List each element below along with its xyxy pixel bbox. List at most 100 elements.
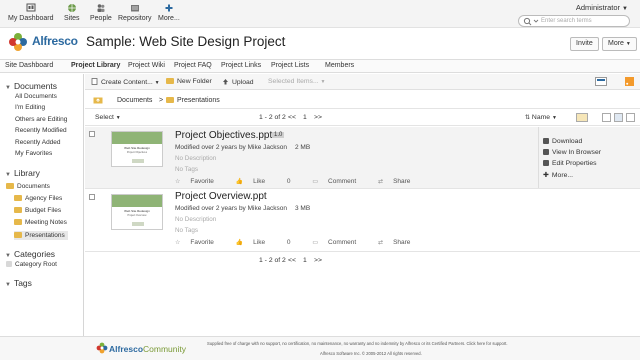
filter-recently-added[interactable]: Recently Added xyxy=(15,139,61,146)
chevron-down-icon: ▼ xyxy=(622,6,628,12)
category-root[interactable]: Category Root xyxy=(6,261,57,268)
tab-members[interactable]: Members xyxy=(325,62,354,69)
more-label: More xyxy=(608,40,624,47)
breadcrumb-documents[interactable]: Documents xyxy=(117,97,152,104)
new-folder-button[interactable]: New Folder xyxy=(166,78,212,85)
comment-action[interactable]: ▭ Comment xyxy=(312,178,366,185)
favorite-label: Favorite xyxy=(190,178,214,185)
document-toolbar: Create Content... ▼ New Folder Upload Se… xyxy=(85,74,640,90)
simple-view-icon[interactable] xyxy=(602,113,611,122)
more-menu-button[interactable]: More ▼ xyxy=(602,37,637,51)
file-tags[interactable]: No Tags xyxy=(175,166,198,173)
thumbnail-subtitle: Project Objectives xyxy=(126,151,148,154)
action-view-in-browser[interactable]: View In Browser xyxy=(543,149,601,156)
nav-people[interactable]: People xyxy=(90,3,112,22)
like-action[interactable]: 👍 Like xyxy=(236,178,275,185)
rss-icon[interactable] xyxy=(625,77,634,86)
filter-im-editing[interactable]: I'm Editing xyxy=(15,104,45,111)
library-section-header[interactable]: ▼ Library xyxy=(5,168,40,178)
chevron-down-icon: ▼ xyxy=(320,79,326,85)
tab-site-dashboard[interactable]: Site Dashboard xyxy=(5,62,53,69)
favorite-action[interactable]: ☆ Favorite xyxy=(175,239,224,246)
folder-budget-files[interactable]: Budget Files xyxy=(14,207,61,214)
folder-plus-icon xyxy=(166,78,174,84)
collapse-triangle-icon: ▼ xyxy=(5,282,11,288)
footer-logo[interactable]: AlfrescoCommunity xyxy=(96,342,186,354)
file-description[interactable]: No Description xyxy=(175,155,216,162)
user-menu[interactable]: Administrator ▼ xyxy=(576,3,628,12)
tab-project-wiki[interactable]: Project Wiki xyxy=(128,62,165,69)
filter-all-documents[interactable]: All Documents xyxy=(15,93,57,100)
tab-project-library[interactable]: Project Library xyxy=(71,62,120,69)
footer-disclaimer[interactable]: Supplied free of charge with no support,… xyxy=(207,341,508,346)
share-action[interactable]: ⇄ Share xyxy=(378,239,420,246)
breadcrumb-current-label: Presentations xyxy=(177,97,220,104)
footer-brand-suffix: Community xyxy=(143,344,186,354)
new-document-icon xyxy=(91,78,98,85)
folder-meeting-notes[interactable]: Meeting Notes xyxy=(14,219,67,226)
action-download[interactable]: Download xyxy=(543,138,582,145)
next-page-button[interactable]: >> xyxy=(314,257,322,264)
action-more[interactable]: ✚ More... xyxy=(543,171,573,179)
selected-items-menu[interactable]: Selected Items... ▼ xyxy=(268,78,325,85)
filter-others-editing[interactable]: Others are Editing xyxy=(15,116,67,123)
file-row[interactable]: Web Site Redesign Project Objectives Pro… xyxy=(85,127,640,189)
action-edit-properties[interactable]: Edit Properties xyxy=(543,160,597,167)
category-icon xyxy=(6,261,12,267)
nav-more[interactable]: More... xyxy=(158,3,180,22)
document-actions-panel: Download View In Browser Edit Properties… xyxy=(538,127,640,188)
gallery-view-icon[interactable] xyxy=(626,113,635,122)
comment-action[interactable]: ▭ Comment xyxy=(312,239,366,246)
current-page: 1 xyxy=(303,257,307,264)
previous-page-button[interactable]: << xyxy=(288,114,296,121)
tab-project-faq[interactable]: Project FAQ xyxy=(174,62,212,69)
folder-documents-root[interactable]: Documents xyxy=(6,183,50,190)
file-description[interactable]: No Description xyxy=(175,216,216,223)
like-action[interactable]: 👍 Like xyxy=(236,239,275,246)
documents-section-header[interactable]: ▼ Documents xyxy=(5,81,57,91)
footer-copyright: Alfresco Software Inc. © 2005-2012 All r… xyxy=(320,351,422,356)
nav-sites[interactable]: Sites xyxy=(64,3,80,22)
parent-folder-icon[interactable] xyxy=(93,96,103,104)
file-row[interactable]: Web Site Redesign Project Overview Proje… xyxy=(85,190,640,252)
tags-section-header[interactable]: ▼ Tags xyxy=(5,278,32,288)
file-tags[interactable]: No Tags xyxy=(175,227,198,234)
folder-presentations[interactable]: Presentations xyxy=(14,231,68,240)
sort-label: Name xyxy=(531,114,551,121)
nav-my-dashboard[interactable]: My Dashboard xyxy=(8,3,54,22)
file-size: 2 MB xyxy=(295,144,311,151)
folder-agency-files[interactable]: Agency Files xyxy=(14,195,62,202)
sort-menu[interactable]: ⇅ Name ▼ xyxy=(525,114,557,121)
show-folders-icon[interactable] xyxy=(576,113,588,122)
nav-label: Repository xyxy=(118,15,152,22)
file-name-link[interactable]: Project Objectives.ppt xyxy=(175,130,272,141)
filter-recently-modified[interactable]: Recently Modified xyxy=(15,127,67,134)
detailed-view-icon[interactable] xyxy=(614,113,623,122)
file-thumbnail[interactable]: Web Site Redesign Project Objectives xyxy=(111,131,163,167)
file-size: 3 MB xyxy=(295,205,311,212)
filter-my-favorites[interactable]: My Favorites xyxy=(15,150,52,157)
categories-section-header[interactable]: ▼ Categories xyxy=(5,249,55,259)
row-checkbox[interactable] xyxy=(89,131,95,137)
tab-project-lists[interactable]: Project Lists xyxy=(271,62,309,69)
thumbnail-title: Web Site Redesign xyxy=(124,146,150,150)
upload-button[interactable]: Upload xyxy=(222,78,254,86)
invite-button[interactable]: Invite xyxy=(570,37,599,51)
select-menu[interactable]: Select ▼ xyxy=(95,114,121,121)
row-checkbox[interactable] xyxy=(89,194,95,200)
nav-repository[interactable]: Repository xyxy=(118,3,151,22)
view-icon xyxy=(543,149,549,155)
favorite-action[interactable]: ☆ Favorite xyxy=(175,178,224,185)
alfresco-logo[interactable]: Alfresco xyxy=(8,31,82,53)
create-content-button[interactable]: Create Content... ▼ xyxy=(91,78,160,86)
next-page-button[interactable]: >> xyxy=(314,114,322,121)
upload-icon xyxy=(223,79,228,85)
share-action[interactable]: ⇄ Share xyxy=(378,178,420,185)
tab-project-links[interactable]: Project Links xyxy=(221,62,261,69)
sync-icon[interactable] xyxy=(595,77,607,86)
thumbnail-graphic xyxy=(132,159,144,163)
file-name-link[interactable]: Project Overview.ppt xyxy=(175,191,267,202)
file-thumbnail[interactable]: Web Site Redesign Project Overview xyxy=(111,194,163,230)
previous-page-button[interactable]: << xyxy=(288,257,296,264)
search-input[interactable]: Enter search terms xyxy=(518,15,630,27)
